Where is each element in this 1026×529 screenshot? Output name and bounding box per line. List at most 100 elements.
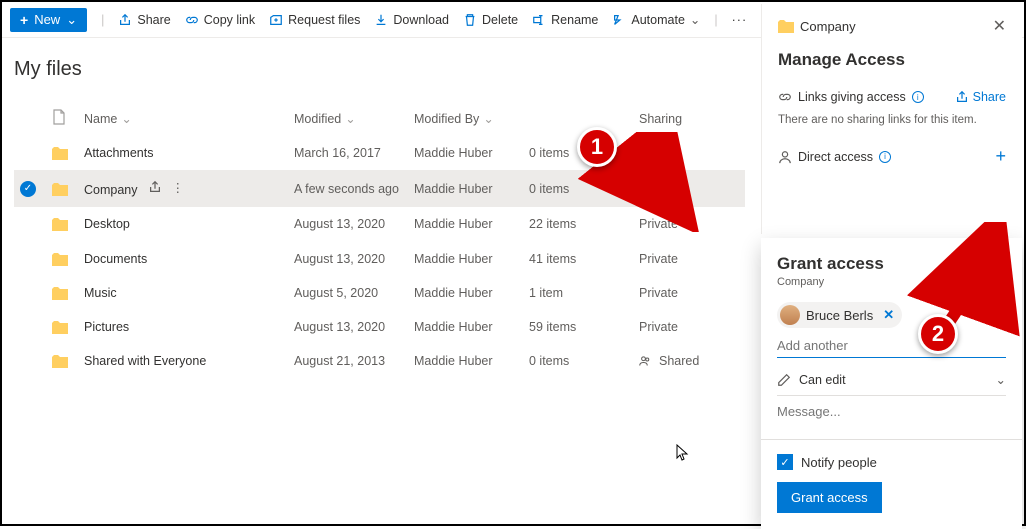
people-chip-name: Bruce Berls: [806, 308, 873, 323]
table-row[interactable]: Shared with EveryoneAugust 21, 2013Maddi…: [14, 344, 745, 378]
share-label: Share: [137, 13, 170, 27]
modifiedby-cell: Maddie Huber: [408, 344, 523, 378]
files-table: Name⌄ Modified⌄ Modified By⌄ ⌄ Sharing A…: [14, 101, 745, 378]
modified-cell: August 13, 2020: [288, 241, 408, 275]
modifiedby-cell: Maddie Huber: [408, 276, 523, 310]
file-name[interactable]: Pictures: [84, 320, 129, 334]
close-icon[interactable]: ✕: [993, 16, 1006, 36]
manage-access-title: Manage Access: [778, 50, 1006, 70]
chevron-down-icon: ⌄: [345, 112, 355, 126]
file-name[interactable]: Music: [84, 286, 117, 300]
panel-folder-header: Company: [778, 19, 856, 34]
file-name[interactable]: Company: [84, 183, 138, 197]
rename-label: Rename: [551, 13, 598, 27]
rename-icon: [532, 13, 546, 27]
copylink-command[interactable]: Copy link: [185, 13, 255, 27]
notify-people-checkbox[interactable]: ✓ Notify people: [777, 454, 1006, 470]
chevron-down-icon: ⌄: [66, 12, 77, 28]
items-cell: 0 items: [523, 344, 633, 378]
sharing-cell: Private: [633, 136, 745, 170]
info-icon[interactable]: i: [879, 151, 891, 163]
more-icon[interactable]: ⋮: [172, 180, 185, 195]
modified-cell: August 13, 2020: [288, 207, 408, 241]
panel-share-button[interactable]: Share: [955, 90, 1006, 104]
links-giving-access-label: Links giving access: [798, 90, 906, 104]
grant-access-button[interactable]: Grant access: [777, 482, 882, 513]
folder-icon: [52, 253, 68, 266]
copylink-label: Copy link: [204, 13, 255, 27]
rename-command[interactable]: Rename: [532, 13, 598, 27]
link-icon: [778, 90, 792, 104]
sharing-cell: Private: [633, 276, 745, 310]
add-direct-access-button[interactable]: +: [995, 146, 1006, 167]
table-row[interactable]: AttachmentsMarch 16, 2017Maddie Huber0 i…: [14, 136, 745, 170]
file-name[interactable]: Attachments: [84, 146, 153, 160]
modifiedby-cell: Maddie Huber: [408, 241, 523, 275]
file-name[interactable]: Shared with Everyone: [84, 354, 206, 368]
file-type-icon: [52, 109, 66, 125]
modified-cell: August 5, 2020: [288, 276, 408, 310]
avatar: [780, 305, 800, 325]
remove-chip-icon[interactable]: ✕: [883, 307, 894, 323]
info-icon[interactable]: i: [912, 91, 924, 103]
delete-label: Delete: [482, 13, 518, 27]
cursor-icon: [675, 444, 691, 465]
col-sharing[interactable]: Sharing: [633, 101, 745, 136]
flow-icon: [612, 13, 626, 27]
permission-label: Can edit: [799, 373, 846, 387]
sharing-cell: Private: [633, 207, 745, 241]
items-cell: 22 items: [523, 207, 633, 241]
table-row[interactable]: DocumentsAugust 13, 2020Maddie Huber41 i…: [14, 241, 745, 275]
add-people-input[interactable]: [777, 334, 1006, 358]
checkbox-checked-icon: ✓: [777, 454, 793, 470]
table-row[interactable]: MusicAugust 5, 2020Maddie Huber1 itemPri…: [14, 276, 745, 310]
table-row[interactable]: ✓ Company ⋮ A few seconds agoMaddie Huber0 …: [14, 170, 745, 207]
delete-command[interactable]: Delete: [463, 13, 518, 27]
chevron-down-icon: ⌄: [483, 112, 493, 126]
modifiedby-cell: Maddie Huber: [408, 170, 523, 207]
requestfiles-command[interactable]: Request files: [269, 13, 360, 27]
col-modified[interactable]: Modified⌄: [288, 101, 408, 136]
modified-cell: August 13, 2020: [288, 310, 408, 344]
share-icon[interactable]: [148, 180, 162, 194]
manage-access-panel: Company ✕ Manage Access Links giving acc…: [761, 4, 1022, 234]
page-title: My files: [14, 58, 745, 81]
sharing-cell: Shared: [633, 344, 745, 378]
col-items[interactable]: ⌄: [523, 101, 633, 136]
new-button[interactable]: + New ⌄: [10, 8, 87, 32]
share-icon: [118, 13, 132, 27]
folder-icon: [52, 321, 68, 334]
items-cell: 0 items: [523, 170, 633, 207]
col-name[interactable]: Name⌄: [78, 101, 288, 136]
items-cell: 0 items: [523, 136, 633, 170]
plus-icon: +: [20, 12, 28, 28]
table-row[interactable]: PicturesAugust 13, 2020Maddie Huber59 it…: [14, 310, 745, 344]
modifiedby-cell: Maddie Huber: [408, 310, 523, 344]
download-command[interactable]: Download: [374, 13, 449, 27]
download-icon: [374, 13, 388, 27]
col-modifiedby[interactable]: Modified By⌄: [408, 101, 523, 136]
chevron-down-icon: ⌄: [690, 12, 700, 27]
more-commands[interactable]: ···: [732, 13, 748, 27]
selected-check-icon[interactable]: ✓: [20, 181, 36, 197]
modifiedby-cell: Maddie Huber: [408, 207, 523, 241]
message-input[interactable]: [777, 396, 1006, 439]
sharing-cell: Private: [633, 170, 745, 207]
folder-icon: [52, 287, 68, 300]
people-icon: [639, 355, 651, 367]
file-name[interactable]: Desktop: [84, 217, 130, 231]
close-icon[interactable]: ✕: [998, 248, 1010, 265]
grant-access-subtitle: Company: [777, 276, 1006, 288]
people-chip[interactable]: Bruce Berls ✕: [777, 302, 902, 328]
request-icon: [269, 13, 283, 27]
sharing-cell: Private: [633, 310, 745, 344]
share-command[interactable]: Share: [118, 13, 170, 27]
new-button-label: New: [34, 12, 60, 27]
automate-command[interactable]: Automate ⌄: [612, 12, 700, 27]
modified-cell: A few seconds ago: [288, 170, 408, 207]
panel-folder-name: Company: [800, 19, 856, 34]
table-row[interactable]: Desktop August 13, 2020Maddie Huber22 ite…: [14, 207, 745, 241]
permission-dropdown[interactable]: Can edit ⌄: [777, 364, 1006, 396]
chevron-down-icon: ⌄: [996, 372, 1006, 387]
file-name[interactable]: Documents: [84, 252, 147, 266]
